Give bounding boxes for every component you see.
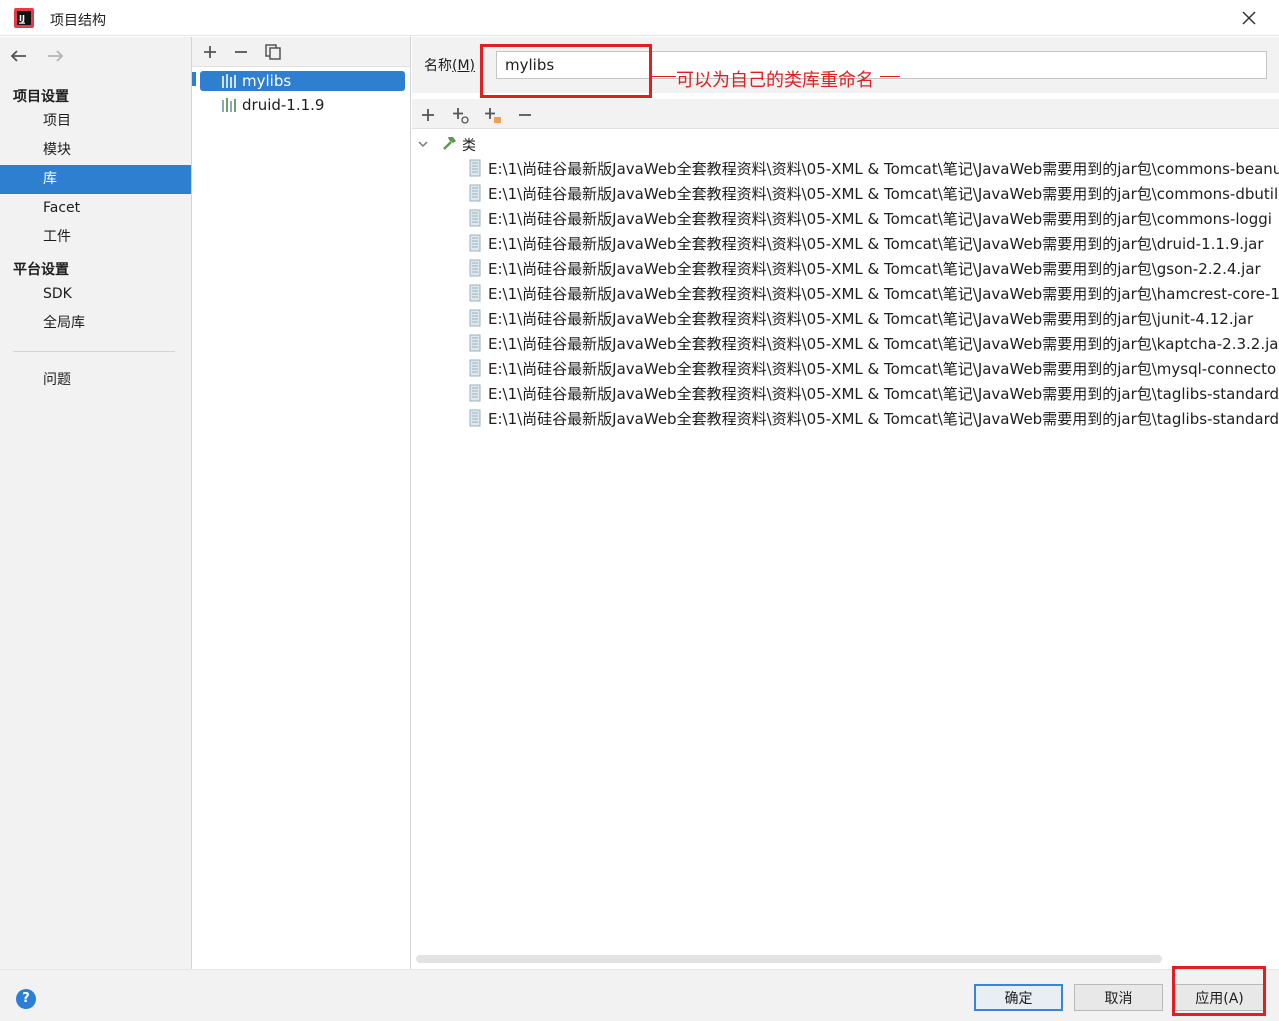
jar-file-icon: [469, 159, 481, 177]
jar-file-icon: [469, 184, 481, 202]
intellij-idea-icon: IJ: [14, 8, 34, 28]
platform-settings-header: 平台设置: [13, 262, 69, 278]
horizontal-scrollbar[interactable]: [416, 955, 1162, 963]
jar-entry[interactable]: E:\1\尚硅谷最新版JavaWeb全套教程资料\资料\05-XML & Tom…: [466, 181, 1279, 206]
settings-sidebar: 项目设置 项目 模块 库 Facet 工件 平台设置 SDK 全局库 问题: [0, 37, 192, 969]
jar-path: E:\1\尚硅谷最新版JavaWeb全套教程资料\资料\05-XML & Tom…: [488, 335, 1279, 353]
jar-path: E:\1\尚硅谷最新版JavaWeb全套教程资料\资料\05-XML & Tom…: [488, 360, 1277, 378]
close-icon[interactable]: [1237, 6, 1261, 30]
name-label: 名称(M): [424, 58, 476, 74]
annotation-name-highlight: [480, 44, 652, 98]
selection-marker: [192, 72, 196, 86]
add-jar-icon[interactable]: [482, 105, 502, 125]
dialog-footer: ? 确定 取消 应用(A): [0, 969, 1279, 1021]
library-item-druid[interactable]: druid-1.1.9: [200, 95, 405, 115]
jar-file-icon: [469, 359, 481, 377]
nav-buttons: [8, 45, 76, 67]
jar-file-icon: [469, 209, 481, 227]
jar-entry[interactable]: E:\1\尚硅谷最新版JavaWeb全套教程资料\资料\05-XML & Tom…: [466, 156, 1279, 181]
annotation-apply-highlight: [1172, 966, 1266, 1016]
svg-text:IJ: IJ: [19, 14, 25, 23]
jar-file-icon: [469, 409, 481, 427]
jar-path: E:\1\尚硅谷最新版JavaWeb全套教程资料\资料\05-XML & Tom…: [488, 285, 1279, 303]
jar-path: E:\1\尚硅谷最新版JavaWeb全套教程资料\资料\05-XML & Tom…: [488, 310, 1254, 328]
library-label: druid-1.1.9: [242, 96, 325, 114]
libraries-toolbar: [192, 37, 410, 67]
sidebar-item-artifacts[interactable]: 工件: [0, 223, 191, 252]
project-settings-header: 项目设置: [13, 89, 69, 105]
add-icon[interactable]: [201, 43, 219, 61]
jar-entry[interactable]: E:\1\尚硅谷最新版JavaWeb全套教程资料\资料\05-XML & Tom…: [466, 231, 1279, 256]
library-icon: [222, 98, 236, 112]
jar-entry[interactable]: E:\1\尚硅谷最新版JavaWeb全套教程资料\资料\05-XML & Tom…: [466, 281, 1279, 306]
hammer-icon: [443, 137, 456, 150]
jar-file-icon: [469, 234, 481, 252]
remove-icon[interactable]: [515, 105, 535, 125]
libraries-list-panel: mylibs druid-1.1.9: [192, 37, 411, 969]
jar-entry[interactable]: E:\1\尚硅谷最新版JavaWeb全套教程资料\资料\05-XML & Tom…: [466, 406, 1279, 431]
title-bar: IJ 项目结构: [0, 0, 1279, 36]
library-detail-panel: 名称(M) 类 E:\1\尚硅谷最新版JavaWeb全套教程资料\资料\05: [412, 37, 1279, 969]
jar-entry[interactable]: E:\1\尚硅谷最新版JavaWeb全套教程资料\资料\05-XML & Tom…: [466, 381, 1279, 406]
jar-path: E:\1\尚硅谷最新版JavaWeb全套教程资料\资料\05-XML & Tom…: [488, 260, 1261, 278]
jar-file-icon: [469, 284, 481, 302]
annotation-text: 可以为自己的类库重命名: [676, 70, 874, 91]
sidebar-item-facets[interactable]: Facet: [0, 194, 191, 223]
sidebar-item-modules[interactable]: 模块: [0, 136, 191, 165]
jar-entry[interactable]: E:\1\尚硅谷最新版JavaWeb全套教程资料\资料\05-XML & Tom…: [466, 331, 1279, 356]
jar-file-icon: [469, 309, 481, 327]
copy-icon[interactable]: [264, 43, 282, 61]
jar-path: E:\1\尚硅谷最新版JavaWeb全套教程资料\资料\05-XML & Tom…: [488, 410, 1279, 428]
library-icon: [222, 74, 236, 88]
sidebar-item-project[interactable]: 项目: [0, 107, 191, 136]
add-icon[interactable]: [418, 105, 438, 125]
classes-tree-node[interactable]: 类: [412, 133, 1279, 155]
window-title: 项目结构: [50, 13, 106, 29]
sidebar-item-libraries[interactable]: 库: [0, 165, 191, 194]
jar-entry[interactable]: E:\1\尚硅谷最新版JavaWeb全套教程资料\资料\05-XML & Tom…: [466, 306, 1279, 331]
jar-path: E:\1\尚硅谷最新版JavaWeb全套教程资料\资料\05-XML & Tom…: [488, 185, 1279, 203]
cancel-button[interactable]: 取消: [1074, 984, 1163, 1011]
jar-path: E:\1\尚硅谷最新版JavaWeb全套教程资料\资料\05-XML & Tom…: [488, 235, 1264, 253]
arrow-right-icon[interactable]: [44, 45, 66, 67]
library-label: mylibs: [242, 72, 292, 90]
classes-toolbar: [412, 99, 1279, 129]
jar-path: E:\1\尚硅谷最新版JavaWeb全套教程资料\资料\05-XML & Tom…: [488, 160, 1279, 178]
sidebar-item-sdk[interactable]: SDK: [0, 280, 191, 309]
jar-file-icon: [469, 259, 481, 277]
help-icon[interactable]: ?: [16, 989, 36, 1009]
jar-path: E:\1\尚硅谷最新版JavaWeb全套教程资料\资料\05-XML & Tom…: [488, 210, 1272, 228]
library-item-mylibs[interactable]: mylibs: [200, 71, 405, 91]
jar-path: E:\1\尚硅谷最新版JavaWeb全套教程资料\资料\05-XML & Tom…: [488, 385, 1279, 403]
remove-icon[interactable]: [232, 43, 250, 61]
arrow-left-icon[interactable]: [8, 45, 30, 67]
chevron-down-icon[interactable]: [416, 137, 430, 151]
jar-entry[interactable]: E:\1\尚硅谷最新版JavaWeb全套教程资料\资料\05-XML & Tom…: [466, 356, 1279, 381]
jar-file-icon: [469, 384, 481, 402]
ok-button[interactable]: 确定: [974, 984, 1063, 1011]
sidebar-item-global-libraries[interactable]: 全局库: [0, 309, 191, 338]
add-attached-icon[interactable]: [450, 105, 470, 125]
annotation-connector: [880, 76, 900, 77]
classes-label: 类: [462, 138, 476, 154]
jar-file-icon: [469, 334, 481, 352]
jar-entry[interactable]: E:\1\尚硅谷最新版JavaWeb全套教程资料\资料\05-XML & Tom…: [466, 206, 1279, 231]
annotation-connector: [652, 76, 676, 77]
sidebar-divider: [13, 351, 175, 352]
sidebar-item-problems[interactable]: 问题: [0, 366, 191, 395]
jar-entry[interactable]: E:\1\尚硅谷最新版JavaWeb全套教程资料\资料\05-XML & Tom…: [466, 256, 1279, 281]
